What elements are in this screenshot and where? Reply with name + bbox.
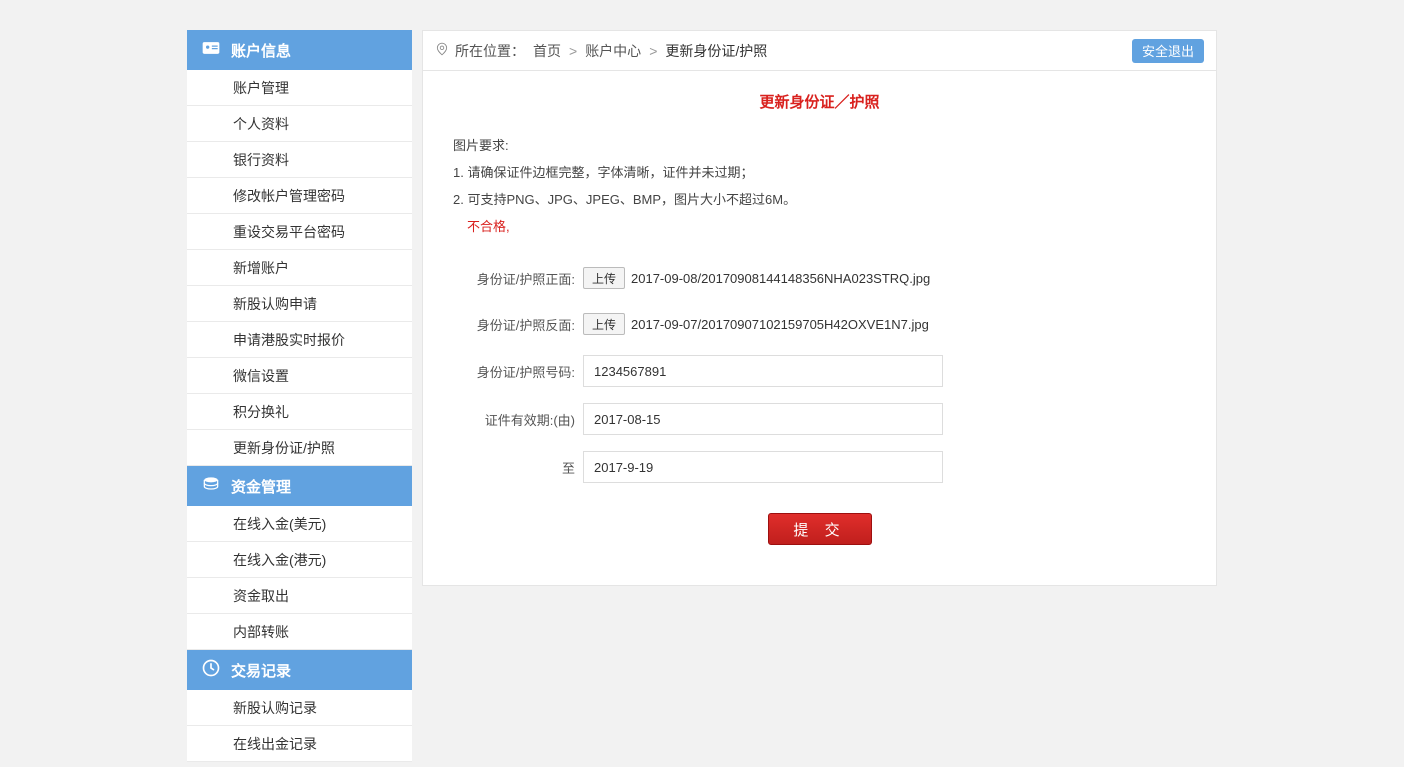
main-panel: 所在位置： 首页 > 账户中心 > 更新身份证/护照 安全退出 更新身份证／护照… <box>422 30 1217 586</box>
id-number-input[interactable] <box>583 355 943 387</box>
breadcrumb-current: 更新身份证/护照 <box>665 41 767 61</box>
sidebar-item-withdraw[interactable]: 资金取出 <box>187 578 412 614</box>
sidebar-item-wechat[interactable]: 微信设置 <box>187 358 412 394</box>
breadcrumb-separator: > <box>649 43 657 59</box>
upload-back-button[interactable]: 上传 <box>583 313 625 335</box>
breadcrumb-separator: > <box>569 43 577 59</box>
sidebar-section-account-info: 账户信息 <box>187 30 412 70</box>
front-image-label: 身份证/护照正面: <box>453 269 583 288</box>
id-number-label: 身份证/护照号码: <box>453 362 583 381</box>
logout-button[interactable]: 安全退出 <box>1132 39 1204 63</box>
sidebar: 账户信息 账户管理 个人资料 银行资料 修改帐户管理密码 重设交易平台密码 新增… <box>187 30 412 762</box>
breadcrumb: 所在位置： 首页 > 账户中心 > 更新身份证/护照 安全退出 <box>423 31 1216 71</box>
submit-button[interactable]: 提 交 <box>768 513 872 545</box>
requirements-line-2: 2. 可支持PNG、JPG、JPEG、BMP，图片大小不超过6M。 <box>453 190 1186 211</box>
valid-to-input[interactable] <box>583 451 943 483</box>
sidebar-section-trade-log: 交易记录 <box>187 650 412 690</box>
sidebar-item-withdraw-log[interactable]: 在线出金记录 <box>187 726 412 762</box>
id-card-icon <box>201 38 221 62</box>
upload-front-button[interactable]: 上传 <box>583 267 625 289</box>
clock-icon <box>201 658 221 682</box>
breadcrumb-account-center[interactable]: 账户中心 <box>585 41 641 61</box>
sidebar-item-personal-info[interactable]: 个人资料 <box>187 106 412 142</box>
breadcrumb-home[interactable]: 首页 <box>533 41 561 61</box>
location-icon <box>435 42 449 59</box>
sidebar-item-reset-trade-pwd[interactable]: 重设交易平台密码 <box>187 214 412 250</box>
sidebar-item-hk-quote[interactable]: 申请港股实时报价 <box>187 322 412 358</box>
sidebar-section-title: 账户信息 <box>231 40 291 61</box>
sidebar-item-ipo-apply[interactable]: 新股认购申请 <box>187 286 412 322</box>
back-image-label: 身份证/护照反面: <box>453 315 583 334</box>
requirements-heading: 图片要求: <box>453 136 1186 157</box>
breadcrumb-location-label: 所在位置： <box>455 41 525 61</box>
valid-from-input[interactable] <box>583 403 943 435</box>
valid-to-label: 至 <box>453 458 583 477</box>
coins-icon <box>201 474 221 498</box>
sidebar-item-bank-info[interactable]: 银行资料 <box>187 142 412 178</box>
sidebar-item-deposit-usd[interactable]: 在线入金(美元) <box>187 506 412 542</box>
sidebar-section-funds: 资金管理 <box>187 466 412 506</box>
sidebar-item-internal-transfer[interactable]: 内部转账 <box>187 614 412 650</box>
sidebar-item-new-account[interactable]: 新增账户 <box>187 250 412 286</box>
sidebar-item-update-id[interactable]: 更新身份证/护照 <box>187 430 412 466</box>
invalid-status: 不合格, <box>467 216 1186 235</box>
sidebar-item-ipo-log[interactable]: 新股认购记录 <box>187 690 412 726</box>
sidebar-section-title: 资金管理 <box>231 476 291 497</box>
requirements-line-1: 1. 请确保证件边框完整，字体清晰，证件并未过期； <box>453 163 1186 184</box>
sidebar-section-title: 交易记录 <box>231 660 291 681</box>
panel-title: 更新身份证／护照 <box>453 91 1186 112</box>
sidebar-item-points[interactable]: 积分换礼 <box>187 394 412 430</box>
valid-from-label: 证件有效期:(由) <box>453 410 583 429</box>
back-file-name: 2017-09-07/20170907102159705H42OXVE1N7.j… <box>631 317 929 332</box>
front-file-name: 2017-09-08/20170908144148356NHA023STRQ.j… <box>631 271 930 286</box>
sidebar-item-account-mgmt[interactable]: 账户管理 <box>187 70 412 106</box>
sidebar-item-change-mgmt-pwd[interactable]: 修改帐户管理密码 <box>187 178 412 214</box>
sidebar-item-deposit-hkd[interactable]: 在线入金(港元) <box>187 542 412 578</box>
